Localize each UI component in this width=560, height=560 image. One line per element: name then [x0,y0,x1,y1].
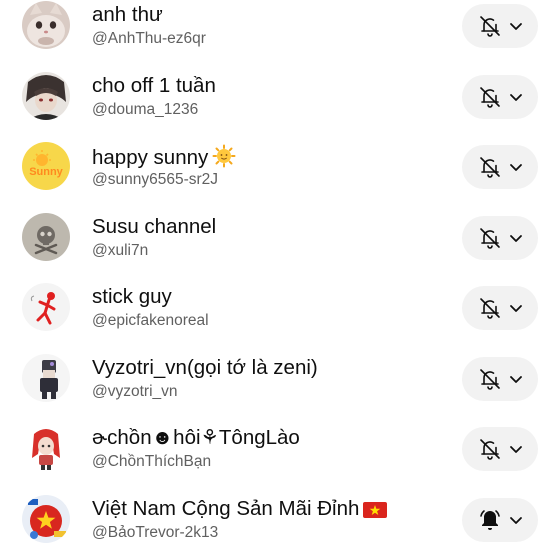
channel-avatar[interactable] [22,424,70,472]
subscription-row[interactable]: Sunny happy sunny @sunny6565-sr2J [0,132,560,203]
channel-avatar[interactable] [22,494,70,543]
subscription-row[interactable]: cho off 1 tuần @douma_1236 [0,62,560,133]
channel-handle: @vyzotri_vn [92,382,178,400]
chevron-down-icon [510,234,522,242]
chevron-down-icon [510,23,522,30]
channel-name[interactable]: Vyzotri_vn(gọi tớ là zeni) [92,356,318,380]
channel-avatar[interactable] [22,283,70,331]
channel-name[interactable]: Susu channel [92,215,216,239]
sun-face-emoji-icon [212,144,236,168]
channel-avatar[interactable] [22,71,70,120]
channel-avatar[interactable] [22,1,70,49]
channel-handle: @AnhThu-ez6qr [92,30,206,47]
channel-avatar[interactable]: Sunny [22,142,70,190]
bell-off-icon [480,298,500,319]
channel-handle: @BảoTrevor-2k13 [92,523,219,541]
channel-name[interactable]: Việt Nam Cộng Sản Mãi Đỉnh [92,496,388,521]
subscription-row[interactable]: Vyzotri_vn(gọi tớ là zeni) @vyzotri_vn [0,344,560,415]
bell-filled-icon [480,509,500,530]
subscription-row[interactable]: Việt Nam Cộng Sản Mãi Đỉnh @BảoTrevor-2k… [0,485,560,556]
bell-off-icon [480,439,500,460]
chevron-down-icon [510,516,522,524]
notification-settings-button[interactable] [462,74,538,119]
notification-settings-button[interactable] [462,356,538,401]
vietnam-flag-emoji-icon [363,501,388,518]
channel-name[interactable]: stick guy [92,285,172,309]
subscription-row[interactable]: anh thư @AnhThu-ez6qr [0,0,560,62]
channel-handle: @sunny6565-sr2J [92,171,219,188]
chevron-down-icon [510,93,522,101]
bell-off-icon [480,368,500,390]
chevron-down-icon [510,305,522,312]
bell-off-icon [480,86,500,108]
notification-settings-button[interactable] [462,497,538,542]
subscription-row[interactable]: stick guy @epicfakenoreal [0,273,560,344]
channel-handle: @douma_1236 [92,100,199,118]
channel-avatar[interactable] [22,353,70,402]
notification-settings-button[interactable] [462,4,538,48]
chevron-down-icon [510,375,522,383]
notification-settings-button[interactable] [462,427,538,471]
channel-name[interactable]: cho off 1 tuần [92,74,216,98]
channel-name[interactable]: happy sunny [92,144,236,170]
channel-name[interactable]: anh thư [92,3,163,27]
channel-handle: @xuli7n [92,241,149,259]
bell-off-icon [480,227,500,249]
subscription-row[interactable]: ɚchồn☻hôi⚘TôngLào @ChồnThíchBạn [0,414,560,485]
channel-handle: @epicfakenoreal [92,312,209,329]
chevron-down-icon [510,164,522,171]
bell-off-icon [480,157,500,178]
subscription-row[interactable]: Susu channel @xuli7n [0,203,560,274]
subscription-list: anh thư @AnhThu-ez6qr cho off 1 tuần @do… [0,0,560,555]
bell-off-icon [480,16,500,37]
channel-name[interactable]: ɚchồn☻hôi⚘TôngLào [92,426,300,450]
notification-settings-button[interactable] [462,286,538,330]
channel-name-text: happy sunny [92,146,209,169]
channel-avatar[interactable] [22,212,70,261]
notification-settings-button[interactable] [462,215,538,260]
channel-name-text: Việt Nam Cộng Sản Mãi Đỉnh [92,496,360,520]
chevron-down-icon [510,446,522,453]
svg-text:Sunny: Sunny [29,166,63,178]
channel-handle: @ChồnThíchBạn [92,453,212,470]
notification-settings-button[interactable] [462,145,538,189]
